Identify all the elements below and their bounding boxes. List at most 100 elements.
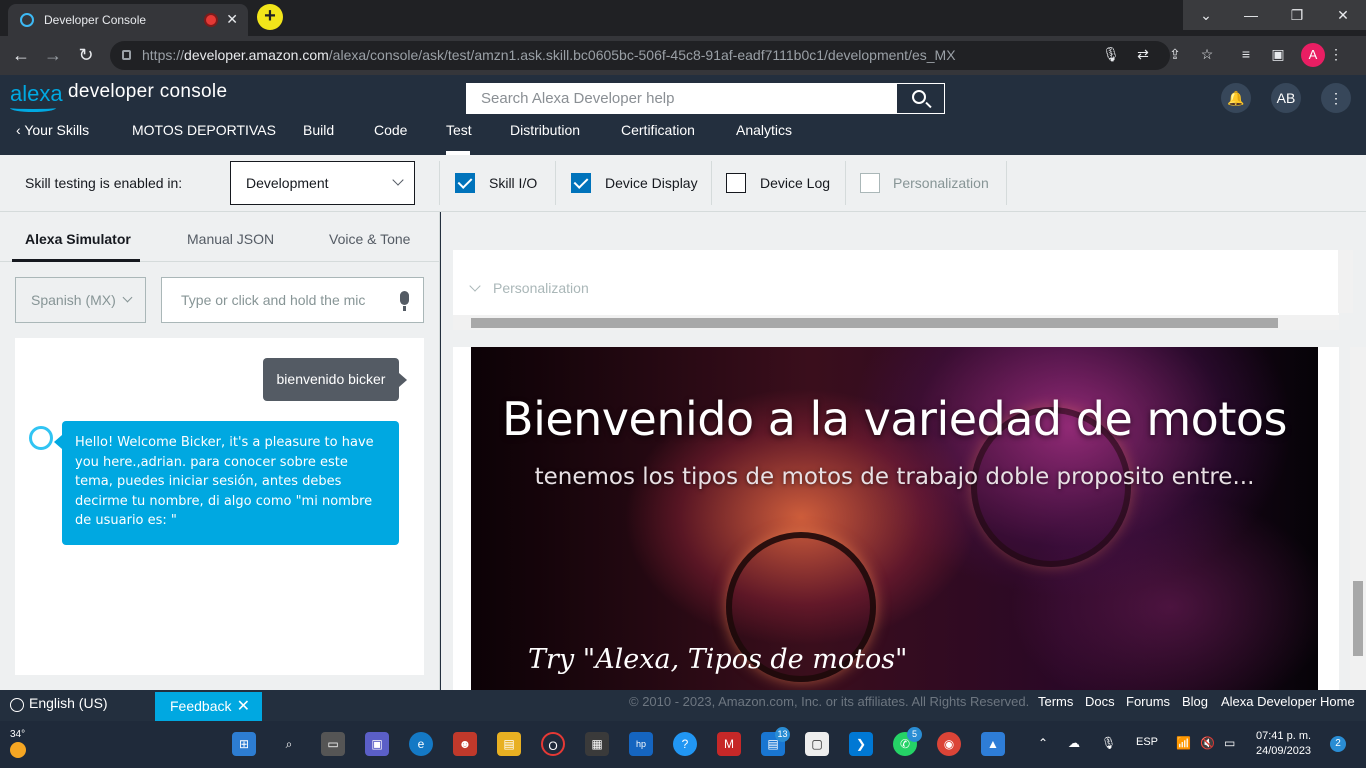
help-search-input[interactable]: Search Alexa Developer help bbox=[466, 83, 896, 114]
tab-voice-tone[interactable]: Voice & Tone bbox=[329, 231, 410, 247]
app-icon[interactable]: ▢ bbox=[805, 732, 829, 756]
nav-your-skills[interactable]: ‹ Your Skills bbox=[16, 122, 89, 138]
translate-icon[interactable]: ⇄ bbox=[1133, 46, 1153, 63]
microphone-icon[interactable]: 🎙 bbox=[1101, 736, 1116, 750]
utterance-input[interactable]: Type or click and hold the mic bbox=[161, 277, 424, 323]
footer-link-docs[interactable]: Docs bbox=[1085, 694, 1115, 709]
bookmark-star-icon[interactable]: ☆ bbox=[1197, 46, 1217, 63]
reload-icon[interactable]: ↻ bbox=[75, 44, 97, 66]
alexa-favicon-icon bbox=[20, 13, 34, 27]
microphone-icon[interactable] bbox=[400, 291, 409, 311]
tab-alexa-simulator[interactable]: Alexa Simulator bbox=[25, 231, 131, 247]
close-window-button[interactable]: ✕ bbox=[1320, 0, 1366, 30]
tab-close-icon[interactable]: ✕ bbox=[226, 11, 238, 28]
horizontal-scrollbar[interactable] bbox=[453, 315, 1339, 330]
footer-link-blog[interactable]: Blog bbox=[1182, 694, 1208, 709]
nav-test[interactable]: Test bbox=[446, 122, 472, 138]
tab-manual-json[interactable]: Manual JSON bbox=[187, 231, 274, 247]
back-arrow-icon[interactable]: ← bbox=[10, 44, 32, 66]
footer-link-forums[interactable]: Forums bbox=[1126, 694, 1170, 709]
start-windows-icon[interactable]: ⊞ bbox=[232, 732, 256, 756]
reading-list-icon[interactable]: ≡ bbox=[1236, 46, 1256, 62]
teams-chat-icon[interactable]: ▣ bbox=[365, 732, 389, 756]
personalization-scrollbar[interactable] bbox=[1338, 250, 1353, 313]
personalization-checkbox[interactable] bbox=[860, 173, 880, 193]
edge-icon[interactable]: e bbox=[409, 732, 433, 756]
stage-select[interactable]: Development bbox=[230, 161, 415, 205]
opera-icon[interactable]: O bbox=[541, 732, 565, 756]
browser-menu-icon[interactable]: ⋮ bbox=[1326, 46, 1346, 63]
divider bbox=[845, 161, 846, 205]
clock-time: 07:41 p. m. bbox=[1256, 730, 1312, 742]
testing-enabled-label: Skill testing is enabled in: bbox=[25, 175, 183, 191]
volume-muted-icon[interactable]: 🔇 bbox=[1200, 736, 1215, 750]
nav-analytics[interactable]: Analytics bbox=[736, 122, 792, 138]
skill-io-checkbox[interactable] bbox=[455, 173, 475, 193]
device-display-label: Device Display bbox=[605, 175, 698, 191]
weather-icon[interactable] bbox=[10, 742, 26, 758]
game-app-icon[interactable]: ☻ bbox=[453, 732, 477, 756]
alexa-smile-icon bbox=[10, 104, 56, 112]
skill-io-label: Skill I/O bbox=[489, 175, 538, 191]
battery-icon[interactable]: ▭ bbox=[1224, 736, 1235, 750]
globe-icon bbox=[10, 698, 24, 712]
notifications-badge[interactable]: 2 bbox=[1330, 736, 1346, 752]
url-field[interactable]: https://developer.amazon.com/alexa/conso… bbox=[110, 41, 1170, 70]
clock-date: 24/09/2023 bbox=[1256, 745, 1312, 757]
chevron-down-icon bbox=[122, 292, 133, 303]
device-log-checkbox[interactable] bbox=[726, 173, 746, 193]
tray-chevron-up-icon[interactable]: ⌃ bbox=[1038, 736, 1048, 750]
recording-icon bbox=[206, 15, 216, 25]
share-icon[interactable]: ⇪ bbox=[1165, 46, 1185, 63]
close-icon[interactable]: ✕ bbox=[237, 692, 250, 721]
help-icon[interactable]: ? bbox=[673, 732, 697, 756]
minimize-button[interactable]: — bbox=[1228, 0, 1274, 30]
tab-search-button[interactable]: ⌄ bbox=[1183, 0, 1229, 30]
wifi-icon[interactable]: 📶 bbox=[1176, 736, 1191, 750]
display-scrollbar[interactable] bbox=[1350, 347, 1366, 690]
test-toolbar: Skill testing is enabled in: Development… bbox=[0, 155, 1366, 212]
search-icon[interactable]: ⌕ bbox=[277, 732, 301, 756]
system-clock[interactable]: 07:41 p. m. 24/09/2023 bbox=[1256, 729, 1311, 759]
input-language[interactable]: ESP bbox=[1136, 736, 1158, 748]
nav-skill-name[interactable]: MOTOS DEPORTIVAS bbox=[132, 122, 276, 138]
voice-search-icon[interactable]: 🎙 bbox=[1101, 46, 1121, 63]
photos-icon[interactable]: ▲ bbox=[981, 732, 1005, 756]
search-button[interactable] bbox=[896, 83, 945, 114]
console-header: alexa developer console Search Alexa Dev… bbox=[0, 75, 1366, 155]
logo-subtitle: developer console bbox=[68, 81, 228, 102]
weather-temperature[interactable]: 34° bbox=[10, 729, 25, 740]
microsoft-store-icon[interactable]: ▦ bbox=[585, 732, 609, 756]
user-avatar[interactable]: AB bbox=[1271, 83, 1301, 113]
footer-link-developer-home[interactable]: Alexa Developer Home bbox=[1221, 694, 1355, 709]
scrollbar-thumb[interactable] bbox=[1353, 581, 1363, 656]
nav-build[interactable]: Build bbox=[303, 122, 334, 138]
task-view-icon[interactable]: ▭ bbox=[321, 732, 345, 756]
locale-value: Spanish (MX) bbox=[31, 292, 116, 308]
device-display-checkbox[interactable] bbox=[571, 173, 591, 193]
forward-arrow-icon[interactable]: → bbox=[42, 44, 64, 66]
side-panel-icon[interactable]: ▣ bbox=[1268, 46, 1288, 63]
locale-select[interactable]: Spanish (MX) bbox=[15, 277, 146, 323]
browser-tab[interactable]: Developer Console ✕ bbox=[8, 4, 248, 36]
scrollbar-thumb[interactable] bbox=[471, 318, 1278, 328]
myhp-icon[interactable]: hp bbox=[629, 732, 653, 756]
more-options-icon[interactable]: ⋮ bbox=[1321, 83, 1351, 113]
language-selector[interactable]: English (US) bbox=[29, 695, 108, 711]
nav-certification[interactable]: Certification bbox=[621, 122, 695, 138]
notifications-bell-icon[interactable]: 🔔 bbox=[1221, 83, 1251, 113]
footer-link-terms[interactable]: Terms bbox=[1038, 694, 1073, 709]
vscode-icon[interactable]: ❯ bbox=[849, 732, 873, 756]
nav-code[interactable]: Code bbox=[374, 122, 407, 138]
onedrive-icon[interactable]: ☁ bbox=[1068, 736, 1080, 750]
restore-button[interactable]: ❐ bbox=[1274, 0, 1320, 30]
file-explorer-icon[interactable]: ▤ bbox=[497, 732, 521, 756]
feedback-button[interactable]: Feedback ✕ bbox=[155, 692, 262, 721]
nav-distribution[interactable]: Distribution bbox=[510, 122, 580, 138]
device-panel: Personalization Bienvenido a la variedad… bbox=[441, 212, 1366, 690]
mcafee-icon[interactable]: M bbox=[717, 732, 741, 756]
profile-avatar[interactable]: A bbox=[1301, 43, 1325, 67]
chrome-icon[interactable]: ◉ bbox=[937, 732, 961, 756]
new-tab-button[interactable]: + bbox=[257, 4, 283, 30]
teams-badge: 13 bbox=[775, 727, 790, 742]
